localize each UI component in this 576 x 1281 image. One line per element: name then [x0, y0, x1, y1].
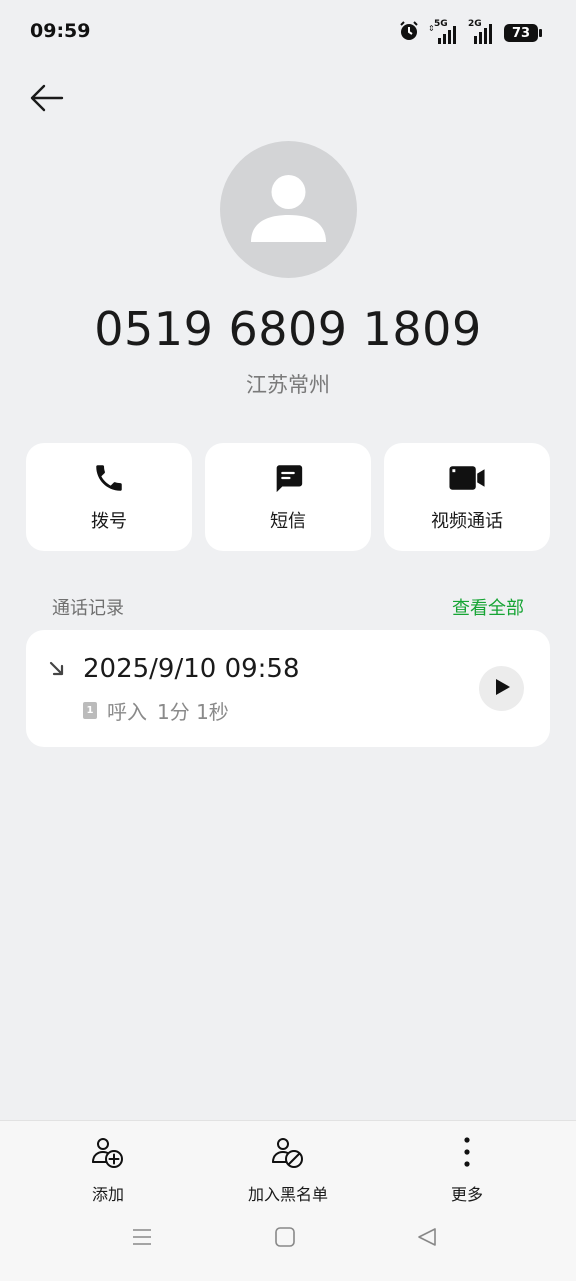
menu-icon — [131, 1226, 153, 1252]
message-label: 短信 — [270, 511, 306, 532]
person-silhouette-icon — [220, 175, 357, 278]
action-row: 拨号 短信 视频通话 — [26, 443, 550, 551]
avatar — [220, 141, 357, 278]
play-icon — [491, 676, 513, 702]
system-nav-bar — [0, 1219, 576, 1259]
more-vertical-icon — [449, 1135, 485, 1175]
video-camera-icon — [448, 461, 486, 499]
add-contact-button[interactable]: 添加 — [28, 1135, 188, 1205]
block-contact-button[interactable]: 加入黑名单 — [208, 1135, 368, 1205]
more-label: 更多 — [450, 1185, 483, 1204]
dial-button[interactable]: 拨号 — [26, 443, 192, 551]
home-button[interactable] — [265, 1219, 305, 1259]
incoming-arrow-icon — [48, 660, 66, 682]
video-call-label: 视频通话 — [431, 511, 503, 532]
status-time: 09:59 — [30, 20, 91, 42]
call-direction: 呼入 — [107, 700, 147, 724]
call-datetime: 2025/9/10 09:58 — [83, 654, 300, 684]
bottom-action-bar: 添加 加入黑名单 更多 — [0, 1120, 576, 1281]
home-icon — [274, 1226, 296, 1252]
block-contact-label: 加入黑名单 — [247, 1185, 328, 1204]
add-contact-label: 添加 — [91, 1185, 124, 1204]
play-recording-button[interactable] — [479, 666, 524, 711]
call-duration: 1分 1秒 — [157, 700, 229, 724]
phone-icon — [92, 461, 126, 499]
battery-icon: 73 — [504, 24, 542, 42]
dial-label: 拨号 — [91, 511, 127, 532]
signal-5g-icon: 5G ⇕ — [428, 19, 460, 44]
call-log-title: 通话记录 — [52, 598, 124, 619]
call-meta: 1 呼入 1分 1秒 — [83, 696, 229, 725]
more-button[interactable]: 更多 — [387, 1135, 547, 1205]
back-button[interactable] — [24, 80, 68, 120]
alarm-icon — [398, 20, 420, 46]
back-nav-button[interactable] — [407, 1219, 447, 1259]
back-triangle-icon — [416, 1226, 438, 1252]
message-icon — [271, 461, 305, 499]
video-call-button[interactable]: 视频通话 — [384, 443, 550, 551]
call-log-entry[interactable]: 2025/9/10 09:58 1 呼入 1分 1秒 — [26, 630, 550, 747]
status-bar: 09:59 5G ⇕ 2G 73 — [0, 0, 576, 66]
add-contact-icon — [90, 1135, 126, 1175]
recent-apps-button[interactable] — [122, 1219, 162, 1259]
signal-2g-icon: 2G — [468, 19, 496, 44]
block-contact-icon — [270, 1135, 306, 1175]
status-icons: 5G ⇕ 2G 73 — [398, 19, 542, 46]
view-all-link[interactable]: 查看全部 — [452, 594, 524, 620]
message-button[interactable]: 短信 — [205, 443, 371, 551]
sim-card-icon: 1 — [83, 702, 97, 719]
arrow-left-icon — [28, 83, 64, 117]
phone-number: 0519 6809 1809 — [94, 302, 482, 356]
location-label: 江苏常州 — [246, 373, 330, 397]
